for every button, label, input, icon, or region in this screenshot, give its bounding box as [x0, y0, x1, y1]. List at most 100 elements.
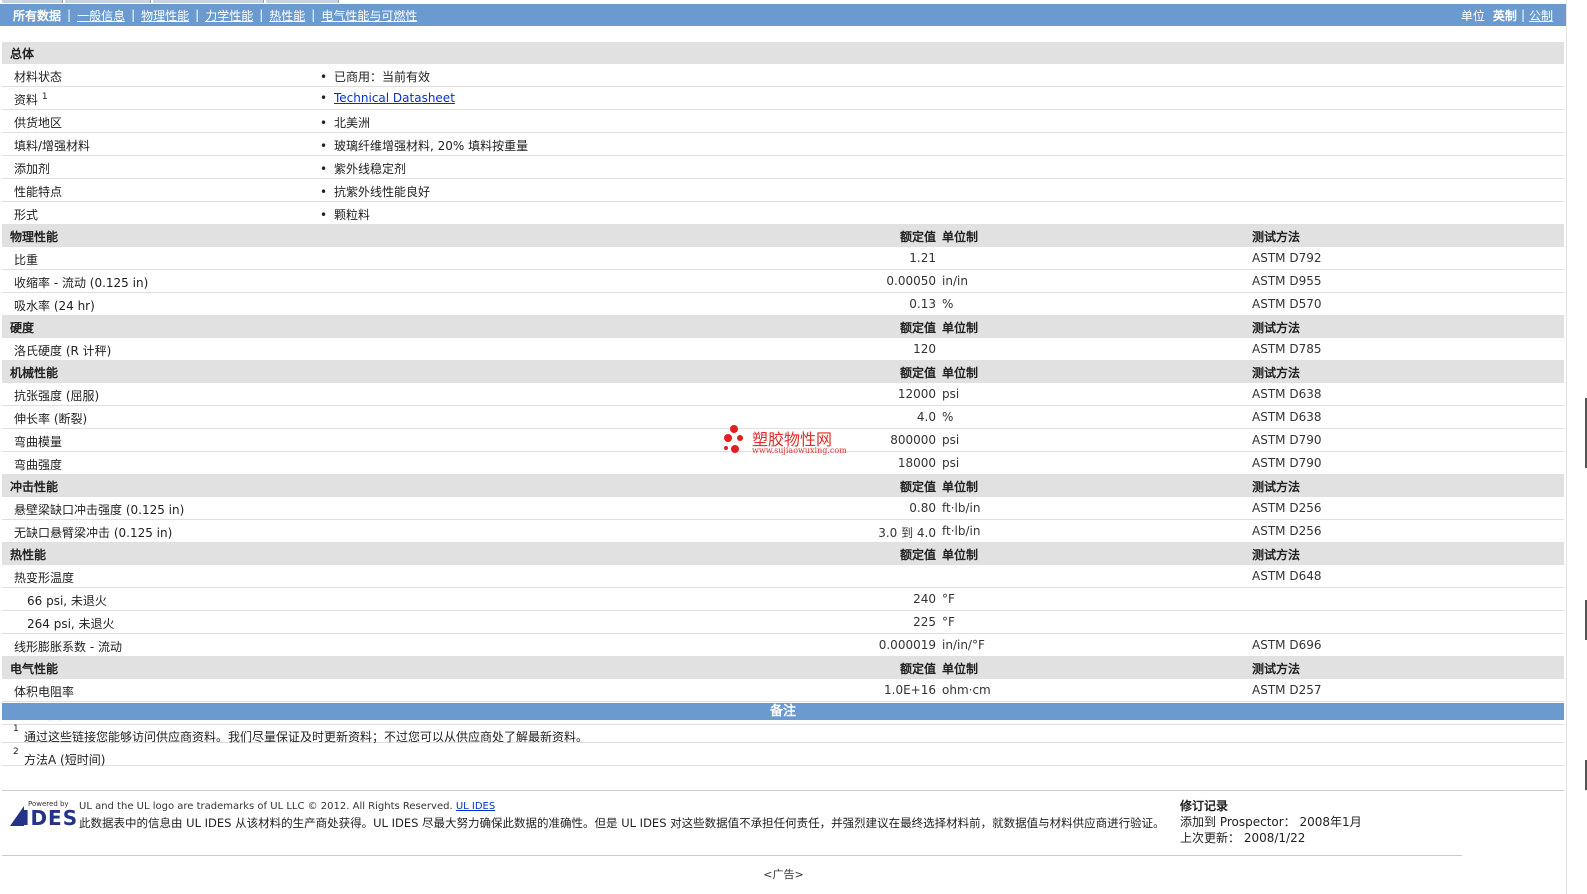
unit-switcher: 单位 英制 | 公制	[1457, 7, 1567, 24]
nominal-value: 0.13	[909, 297, 936, 311]
unit-value: °F	[942, 592, 955, 606]
unit-value: %	[942, 410, 954, 424]
property-label: 吸水率 (24 hr)	[14, 297, 95, 314]
test-method: ASTM D256	[1252, 501, 1322, 515]
property-row: 悬壁梁缺口冲击强度 (0.125 in) 0.80 ft·lb/in ASTM D25…	[2, 497, 1564, 520]
nav-tab-4[interactable]: 热性能	[263, 7, 311, 24]
nav-tab-0[interactable]: 所有数据	[0, 7, 67, 24]
property-row: 抗张强度 (屈服) 12000 psi ASTM D638	[2, 383, 1564, 406]
property-label: 比重	[14, 251, 38, 268]
test-method: ASTM D790	[1252, 456, 1322, 470]
property-label: 抗张强度 (屈服)	[14, 387, 99, 404]
nav-tab-2[interactable]: 物理性能	[135, 7, 195, 24]
ul-ides-link[interactable]: UL IDES	[456, 801, 495, 812]
unit-english-selected[interactable]: 英制	[1489, 7, 1521, 24]
footnote-row: 2 方法A (短时间)	[2, 743, 1564, 767]
property-label: 悬壁梁缺口冲击强度 (0.125 in)	[14, 501, 184, 518]
property-value: 已商用：当前有效	[320, 68, 430, 85]
property-row: 收缩率 - 流动 (0.125 in) 0.00050 in/in ASTM D955	[2, 270, 1564, 293]
footnote-ref: 1	[41, 92, 48, 102]
nav-tab-5[interactable]: 电气性能与可燃性	[315, 7, 423, 24]
ides-logo: Powered by IDES	[8, 800, 77, 830]
col-header-value: 额定值	[899, 548, 936, 562]
nav-tab-1[interactable]: 一般信息	[71, 7, 131, 24]
property-value-text: 玻璃纤维增强材料, 20% 填料按重量	[334, 139, 529, 153]
general-row: 资料 1 Technical Datasheet	[2, 87, 1564, 110]
property-label-text: 性能特点	[14, 185, 63, 199]
nominal-value: 4.0	[916, 410, 936, 424]
col-header-unit: 单位制	[942, 230, 979, 244]
test-method: ASTM D638	[1252, 410, 1322, 424]
property-label: 资料 1	[14, 91, 48, 108]
general-row: 添加剂 紫外线稳定剂	[2, 156, 1564, 179]
property-label: 264 psi, 未退火	[27, 615, 115, 632]
nominal-value: 120	[913, 342, 936, 356]
property-row: 体积电阻率 1.0E+16 ohm·cm ASTM D257	[2, 679, 1564, 702]
test-method: ASTM D790	[1252, 433, 1322, 447]
nominal-value: 800000	[890, 433, 936, 447]
section-title: 冲击性能	[10, 480, 59, 494]
nominal-value: 1.0E+16	[884, 683, 936, 697]
property-label: 伸长率 (断裂)	[14, 410, 87, 427]
nav-tab-3[interactable]: 力学性能	[199, 7, 259, 24]
property-label: 66 psi, 未退火	[27, 592, 107, 609]
property-label-text: 添加剂	[14, 162, 51, 176]
general-row: 供货地区 北美洲	[2, 110, 1564, 133]
nominal-value: 0.000019	[878, 638, 936, 652]
col-header-unit: 单位制	[942, 366, 979, 380]
property-label: 无缺口悬臂梁冲击 (0.125 in)	[14, 524, 172, 541]
property-label-text: 264 psi, 未退火	[27, 617, 115, 631]
unit-value: psi	[942, 387, 960, 401]
test-method: ASTM D638	[1252, 387, 1322, 401]
property-label: 洛氏硬度 (R 计秤)	[14, 342, 111, 359]
property-label-text: 抗张强度 (屈服)	[14, 389, 100, 403]
footnote-text: 2 方法A (短时间)	[13, 747, 105, 767]
section-nav-bar: 所有数据 | 一般信息 | 物理性能 | 力学性能 | 热性能 | 电气性能与可燃性 单位 英制 | 公制	[0, 4, 1567, 26]
property-value: 抗紫外线性能良好	[320, 183, 430, 200]
unit-metric-link[interactable]: 公制	[1525, 7, 1557, 24]
property-label-text: 材料状态	[14, 70, 63, 84]
property-value: 玻璃纤维增强材料, 20% 填料按重量	[320, 137, 528, 154]
property-label-text: 形式	[14, 208, 39, 222]
property-row: 洛氏硬度 (R 计秤) 120 ASTM D785	[2, 338, 1564, 361]
general-row: 性能特点 抗紫外线性能良好	[2, 179, 1564, 202]
property-label-text: 资料	[14, 93, 39, 107]
nominal-value: 0.80	[909, 501, 936, 515]
unit-value: ohm·cm	[942, 683, 991, 697]
test-method: ASTM D785	[1252, 342, 1322, 356]
section-header: 冲击性能 额定值 单位制 测试方法	[2, 475, 1564, 497]
section-title: 机械性能	[10, 366, 59, 380]
property-label: 供货地区	[14, 114, 62, 131]
property-label: 热变形温度	[14, 569, 74, 586]
property-label: 弯曲强度	[14, 456, 62, 473]
property-row: 66 psi, 未退火 240 °F	[2, 588, 1564, 611]
section-title: 电气性能	[10, 662, 59, 676]
unit-value: in/in/°F	[942, 638, 985, 652]
property-label-text: 伸长率 (断裂)	[14, 412, 88, 426]
test-method: ASTM D955	[1252, 274, 1322, 288]
units-label: 单位	[1460, 8, 1485, 23]
property-label-text: 弯曲强度	[14, 458, 63, 472]
property-label: 收缩率 - 流动 (0.125 in)	[14, 274, 148, 291]
property-value-text: 抗紫外线性能良好	[334, 185, 431, 199]
property-value-text: 颗粒料	[334, 208, 371, 222]
unit-value: in/in	[942, 274, 968, 288]
section-header: 电气性能 额定值 单位制 测试方法	[2, 657, 1564, 679]
nominal-value: 12000	[897, 387, 936, 401]
general-row: 形式 颗粒料	[2, 202, 1564, 225]
property-label-text: 填料/增强材料	[14, 139, 91, 153]
nominal-value: 18000	[897, 456, 936, 470]
property-label-text: 66 psi, 未退火	[27, 594, 107, 608]
page-scrollbar[interactable]	[1566, 0, 1587, 894]
property-label-text: 洛氏硬度 (R 计秤)	[14, 344, 112, 358]
unit-value: °F	[942, 615, 955, 629]
section-header: 物理性能 额定值 单位制 测试方法	[2, 225, 1564, 247]
col-header-value: 额定值	[899, 230, 936, 244]
property-row: 264 psi, 未退火 225 °F	[2, 611, 1564, 634]
section-header: 硬度 额定值 单位制 测试方法	[2, 316, 1564, 338]
watermark: 塑胶物性网 www.sujiaowuxing.com	[722, 424, 852, 460]
footnote-row: 1 通过这些链接您能够访问供应商资料。我们尽量保证及时更新资料；不过您可以从供应…	[2, 720, 1564, 744]
col-header-value: 额定值	[899, 480, 936, 494]
property-label: 体积电阻率	[14, 683, 74, 700]
datasheet-link[interactable]: Technical Datasheet	[334, 91, 455, 105]
